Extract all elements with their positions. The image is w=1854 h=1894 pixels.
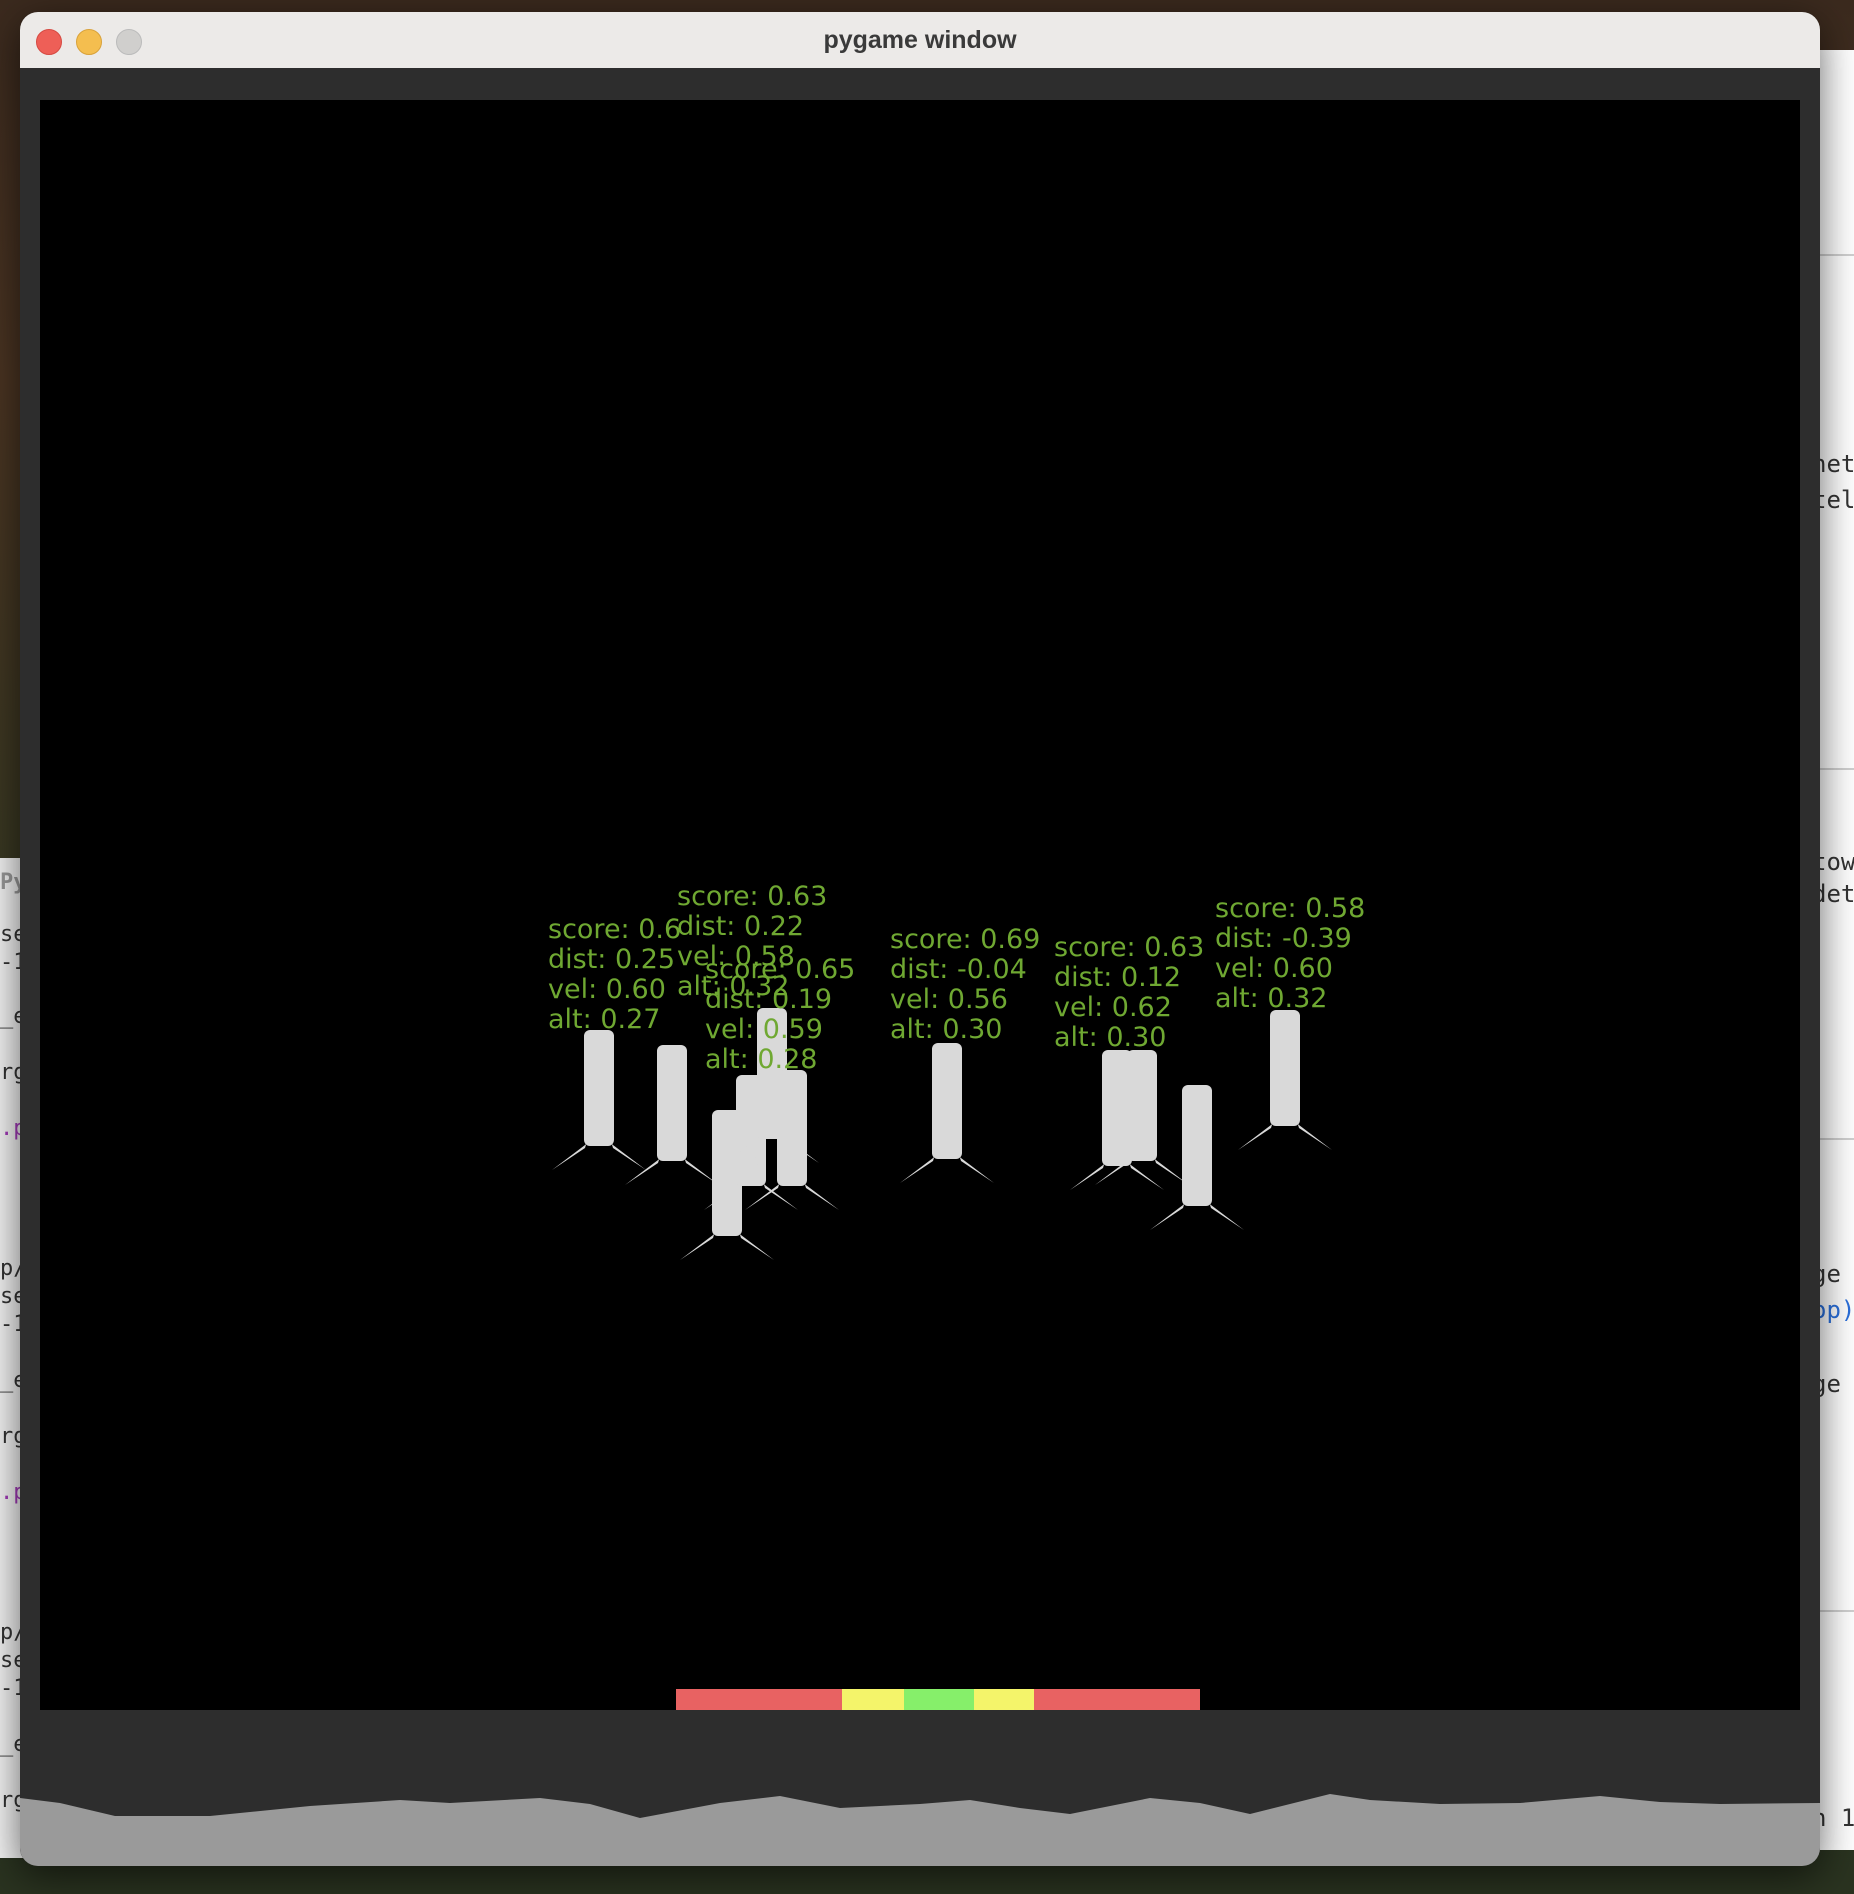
- rocket-telemetry-line: score: 0.58: [1215, 893, 1366, 924]
- rocket-telemetry-label: score: 0.65 dist: 0.19 vel: 0.59 alt: 0.28: [705, 955, 855, 1075]
- rocket-body: [1270, 1010, 1300, 1126]
- rocket-telemetry-line: vel: 0.59: [705, 1014, 823, 1045]
- game-canvas[interactable]: score: 0.63 dist: 0.22 vel: 0.58 alt: 0.32 s…: [20, 68, 1820, 1866]
- rocket-telemetry-line: vel: 0.56: [890, 984, 1008, 1015]
- rocket-telemetry-label: score: 0.6 dist: 0.25 vel: 0.60 alt: 0.27: [548, 915, 681, 1035]
- terrain: [20, 1794, 1820, 1866]
- rocket-telemetry-line: dist: 0.12: [1054, 962, 1182, 993]
- rocket-body: [1102, 1050, 1132, 1166]
- rocket: [552, 1030, 646, 1170]
- rocket-telemetry-line: dist: -0.39: [1215, 923, 1352, 954]
- rocket-telemetry-line: score: 0.63: [677, 881, 828, 912]
- pygame-window: pygame window score: 0.63 dist: 0.22 vel: …: [20, 12, 1820, 1866]
- rocket: [1150, 1085, 1244, 1230]
- rocket-telemetry-line: score: 0.6: [548, 914, 682, 945]
- rocket-telemetry-line: dist: 0.22: [677, 911, 805, 942]
- rocket-body: [1182, 1085, 1212, 1206]
- landing-pad-segment-yellow: [974, 1689, 1034, 1710]
- rocket-telemetry-line: score: 0.63: [1054, 932, 1205, 963]
- rocket-telemetry-line: vel: 0.62: [1054, 992, 1172, 1023]
- rocket-telemetry-label: score: 0.58 dist: -0.39 vel: 0.60 alt: 0.32: [1215, 894, 1365, 1014]
- rocket-telemetry-line: vel: 0.60: [1215, 953, 1333, 984]
- title-bar[interactable]: pygame window: [20, 12, 1820, 69]
- landing-pad-segment-red: [1034, 1689, 1200, 1710]
- rocket-body: [657, 1045, 687, 1161]
- landing-pad-segment-green: [904, 1689, 974, 1710]
- window-title: pygame window: [823, 26, 1017, 54]
- rocket-telemetry-line: alt: 0.30: [1054, 1022, 1167, 1053]
- rocket-body: [932, 1043, 962, 1159]
- rocket-body: [584, 1030, 614, 1146]
- landing-pad: [676, 1689, 1200, 1710]
- rocket-telemetry-line: alt: 0.32: [1215, 983, 1328, 1014]
- rocket: [900, 1043, 994, 1183]
- rocket-telemetry-line: score: 0.65: [705, 954, 856, 985]
- rocket-telemetry-line: alt: 0.27: [548, 1004, 661, 1035]
- rocket-body: [777, 1070, 807, 1186]
- landing-pad-segment-yellow: [842, 1689, 904, 1710]
- rocket-telemetry-line: alt: 0.28: [705, 1044, 818, 1075]
- landing-pad-segment-red: [676, 1689, 842, 1710]
- rocket-telemetry-line: alt: 0.30: [890, 1014, 1003, 1045]
- game-screen: score: 0.63 dist: 0.22 vel: 0.58 alt: 0.32 s…: [40, 100, 1800, 1710]
- rocket-telemetry-label: score: 0.63 dist: 0.12 vel: 0.62 alt: 0.30: [1054, 933, 1204, 1053]
- rocket: [1070, 1050, 1164, 1190]
- rocket-telemetry-line: vel: 0.60: [548, 974, 666, 1005]
- rocket: [1238, 1010, 1332, 1150]
- rocket-telemetry-line: dist: 0.25: [548, 944, 676, 975]
- rocket-telemetry-line: dist: 0.19: [705, 984, 833, 1015]
- rocket-telemetry-line: dist: -0.04: [890, 954, 1027, 985]
- rocket-telemetry-line: score: 0.69: [890, 924, 1041, 955]
- rocket: [745, 1070, 839, 1210]
- rocket-telemetry-label: score: 0.69 dist: -0.04 vel: 0.56 alt: 0.30: [890, 925, 1040, 1045]
